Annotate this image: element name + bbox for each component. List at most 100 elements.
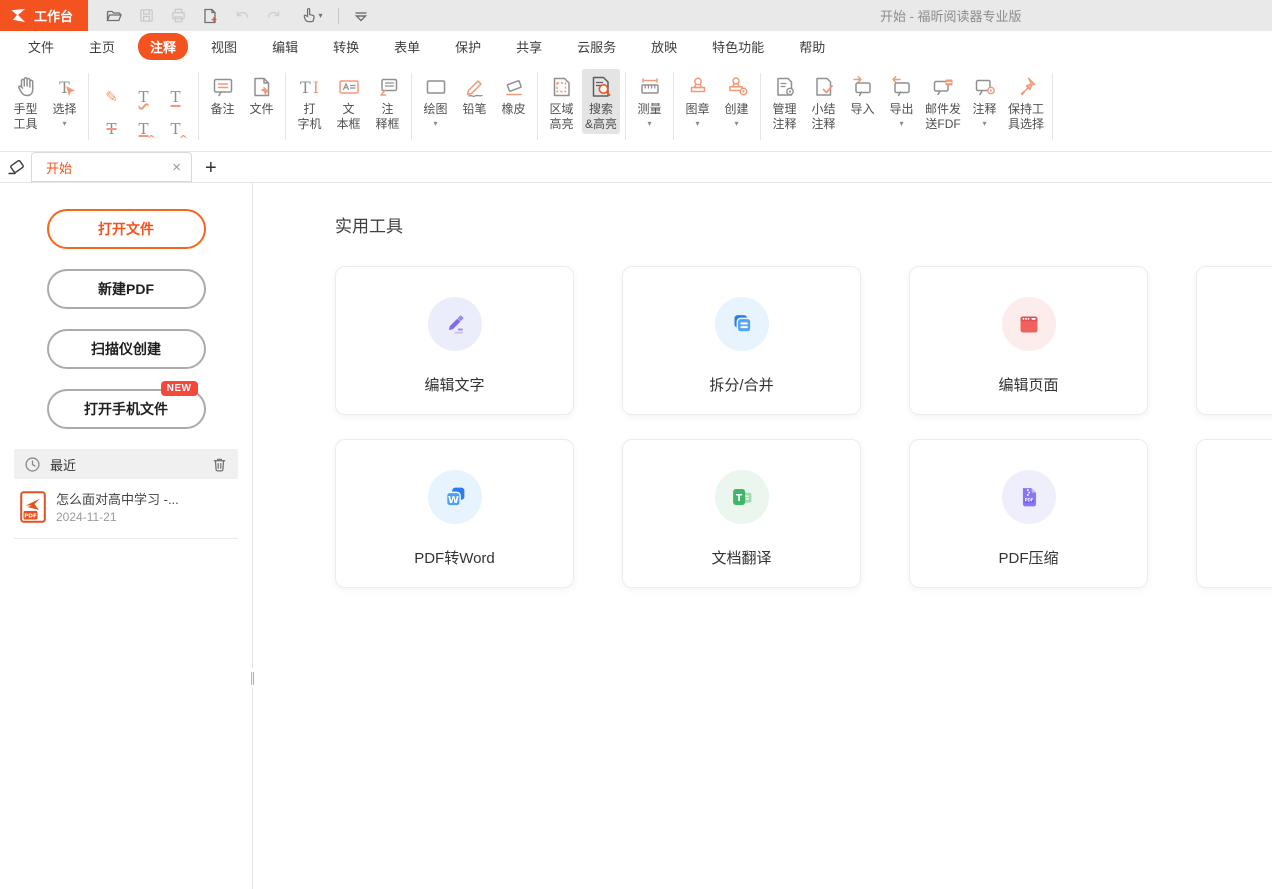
card-edit-text[interactable]: 编辑文字 — [335, 266, 574, 415]
area-highlight-button[interactable]: 区域 高亮 — [543, 69, 580, 134]
window-title: 开始 - 福昕阅读器专业版 — [880, 0, 1022, 31]
clear-recent-trash-icon[interactable] — [211, 456, 228, 473]
stamp-button[interactable]: 图章 ▾ — [679, 69, 716, 130]
sidebar-splitter-handle[interactable]: ∥ — [249, 668, 258, 688]
hand-tool-button[interactable]: 手型 工具 — [7, 69, 44, 134]
drawing-button[interactable]: 绘图 ▾ — [417, 69, 454, 130]
area-highlight-label: 区域 高亮 — [549, 102, 573, 132]
ribbon-group-typewriter: 打 字机 文 本框 注 释框 — [286, 62, 411, 151]
redo-icon[interactable] — [264, 6, 284, 26]
measure-button[interactable]: 测量 ▾ — [631, 69, 668, 130]
create-stamp-button[interactable]: 创建 ▾ — [718, 69, 755, 130]
card-doc-translate[interactable]: T 文档翻译 — [622, 439, 861, 588]
import-comments-label: 导入 — [851, 102, 875, 117]
export-comments-button[interactable]: 导出 ▾ — [883, 69, 920, 130]
menu-item-cloud[interactable]: 云服务 — [565, 33, 628, 60]
create-stamp-label: 创建 — [725, 102, 749, 117]
import-comments-button[interactable]: 导入 — [844, 69, 881, 119]
manage-comments-icon — [772, 72, 798, 102]
eraser-button[interactable]: 橡皮 — [495, 69, 532, 119]
menu-item-help[interactable]: 帮助 — [787, 33, 837, 60]
menu-item-view[interactable]: 视图 — [199, 33, 249, 60]
text-replace-icon[interactable] — [129, 116, 158, 143]
card-pdf-to-word-label: PDF转Word — [414, 547, 495, 568]
menu-item-present[interactable]: 放映 — [639, 33, 689, 60]
card-edit-pages[interactable]: 编辑页面 — [909, 266, 1148, 415]
keep-tool-selected-button[interactable]: 保持工 具选择 — [1005, 69, 1047, 134]
select-tool-button[interactable]: 选择 ▾ — [46, 69, 83, 130]
text-underline-icon[interactable] — [161, 84, 190, 111]
textbox-button[interactable]: 文 本框 — [330, 69, 367, 134]
typewriter-label: 打 字机 — [297, 102, 321, 132]
customize-toolbar-icon[interactable] — [351, 6, 371, 26]
text-insert-icon[interactable] — [161, 116, 190, 143]
menu-item-share[interactable]: 共享 — [504, 33, 554, 60]
split-merge-icon — [715, 297, 769, 351]
menu-item-edit[interactable]: 编辑 — [260, 33, 310, 60]
undo-icon[interactable] — [232, 6, 252, 26]
text-strikeout-icon[interactable] — [97, 116, 126, 143]
menu-item-protect[interactable]: 保护 — [443, 33, 493, 60]
card-partial-row2[interactable] — [1196, 439, 1272, 588]
recent-divider — [14, 538, 238, 539]
new-badge: NEW — [161, 381, 198, 396]
card-partial-row1[interactable] — [1196, 266, 1272, 415]
pencil-button[interactable]: 铅笔 — [456, 69, 493, 119]
menu-item-features[interactable]: 特色功能 — [700, 33, 776, 60]
note-button[interactable]: 备注 — [204, 69, 241, 119]
card-pdf-to-word[interactable]: W PDF转Word — [335, 439, 574, 588]
callout-button[interactable]: 注 释框 — [369, 69, 406, 134]
email-fdf-icon — [930, 72, 956, 102]
ribbon-group-text-markup — [89, 62, 198, 151]
file-attachment-icon — [249, 72, 275, 102]
scanner-create-button[interactable]: 扫描仪创建 — [47, 329, 206, 369]
clock-icon — [24, 456, 41, 473]
summarize-comments-button[interactable]: 小结 注释 — [805, 69, 842, 134]
recent-file-info: 怎么面对高中学习 -... 2024-11-21 — [56, 491, 179, 524]
menu-item-form[interactable]: 表单 — [382, 33, 432, 60]
pdf-to-word-icon: W — [428, 470, 482, 524]
tab-start[interactable]: 开始 × — [31, 152, 192, 182]
save-icon[interactable] — [136, 6, 156, 26]
manage-comments-button[interactable]: 管理 注释 — [766, 69, 803, 134]
typewriter-button[interactable]: 打 字机 — [291, 69, 328, 134]
new-document-icon[interactable] — [200, 6, 220, 26]
workspace-button[interactable]: 工作台 — [0, 0, 88, 31]
menu-item-comment[interactable]: 注释 — [138, 33, 188, 60]
open-mobile-file-button[interactable]: 打开手机文件 NEW — [47, 389, 206, 429]
menu-bar: 文件 主页 注释 视图 编辑 转换 表单 保护 共享 云服务 放映 特色功能 帮… — [0, 31, 1272, 62]
search-highlight-button[interactable]: 搜索 &高亮 — [582, 69, 620, 134]
open-file-button[interactable]: 打开文件 — [47, 209, 206, 249]
menu-item-convert[interactable]: 转换 — [321, 33, 371, 60]
ribbon-group-drawing: 绘图 ▾ 铅笔 橡皮 — [412, 62, 537, 151]
card-pdf-compress[interactable]: PDF PDF压缩 — [909, 439, 1148, 588]
menu-item-file[interactable]: 文件 — [16, 33, 66, 60]
content-area: 打开文件 新建PDF 扫描仪创建 打开手机文件 NEW 最近 PDF 怎么面对高… — [0, 183, 1272, 889]
area-highlight-icon — [549, 72, 575, 102]
card-edit-pages-label: 编辑页面 — [998, 374, 1058, 395]
select-tool-label: 选择 — [52, 102, 76, 117]
whiteboard-eraser-icon[interactable] — [5, 155, 27, 177]
keep-tool-selected-label: 保持工 具选择 — [1008, 102, 1044, 132]
email-fdf-button[interactable]: 邮件发 送FDF — [922, 69, 964, 134]
card-split-merge[interactable]: 拆分/合并 — [622, 266, 861, 415]
tab-close-icon[interactable]: × — [172, 160, 181, 175]
comments-dropdown-button[interactable]: 注释 ▾ — [966, 69, 1003, 130]
open-file-icon[interactable] — [104, 6, 124, 26]
new-tab-button[interactable]: + — [205, 157, 217, 179]
print-icon[interactable] — [168, 6, 188, 26]
file-attachment-button[interactable]: 文件 — [243, 69, 280, 119]
tool-cards-grid: 编辑文字 拆分/合并 编辑页面 W PDF转Word — [335, 266, 1272, 588]
hand-pointer-tool-icon[interactable]: ▾ — [296, 6, 326, 26]
text-highlight-icon[interactable] — [97, 84, 126, 111]
stamp-label: 图章 — [686, 102, 710, 117]
menu-item-home[interactable]: 主页 — [77, 33, 127, 60]
recent-section-header: 最近 — [14, 449, 238, 479]
comments-dropdown-icon — [972, 72, 998, 102]
recent-file-item[interactable]: PDF 怎么面对高中学习 -... 2024-11-21 — [20, 491, 246, 524]
text-squiggly-underline-icon[interactable] — [129, 84, 158, 111]
new-pdf-button[interactable]: 新建PDF — [47, 269, 206, 309]
text-markup-grid — [97, 84, 190, 143]
drawing-rectangle-icon — [423, 72, 449, 102]
drawing-caret-icon: ▾ — [433, 119, 437, 128]
